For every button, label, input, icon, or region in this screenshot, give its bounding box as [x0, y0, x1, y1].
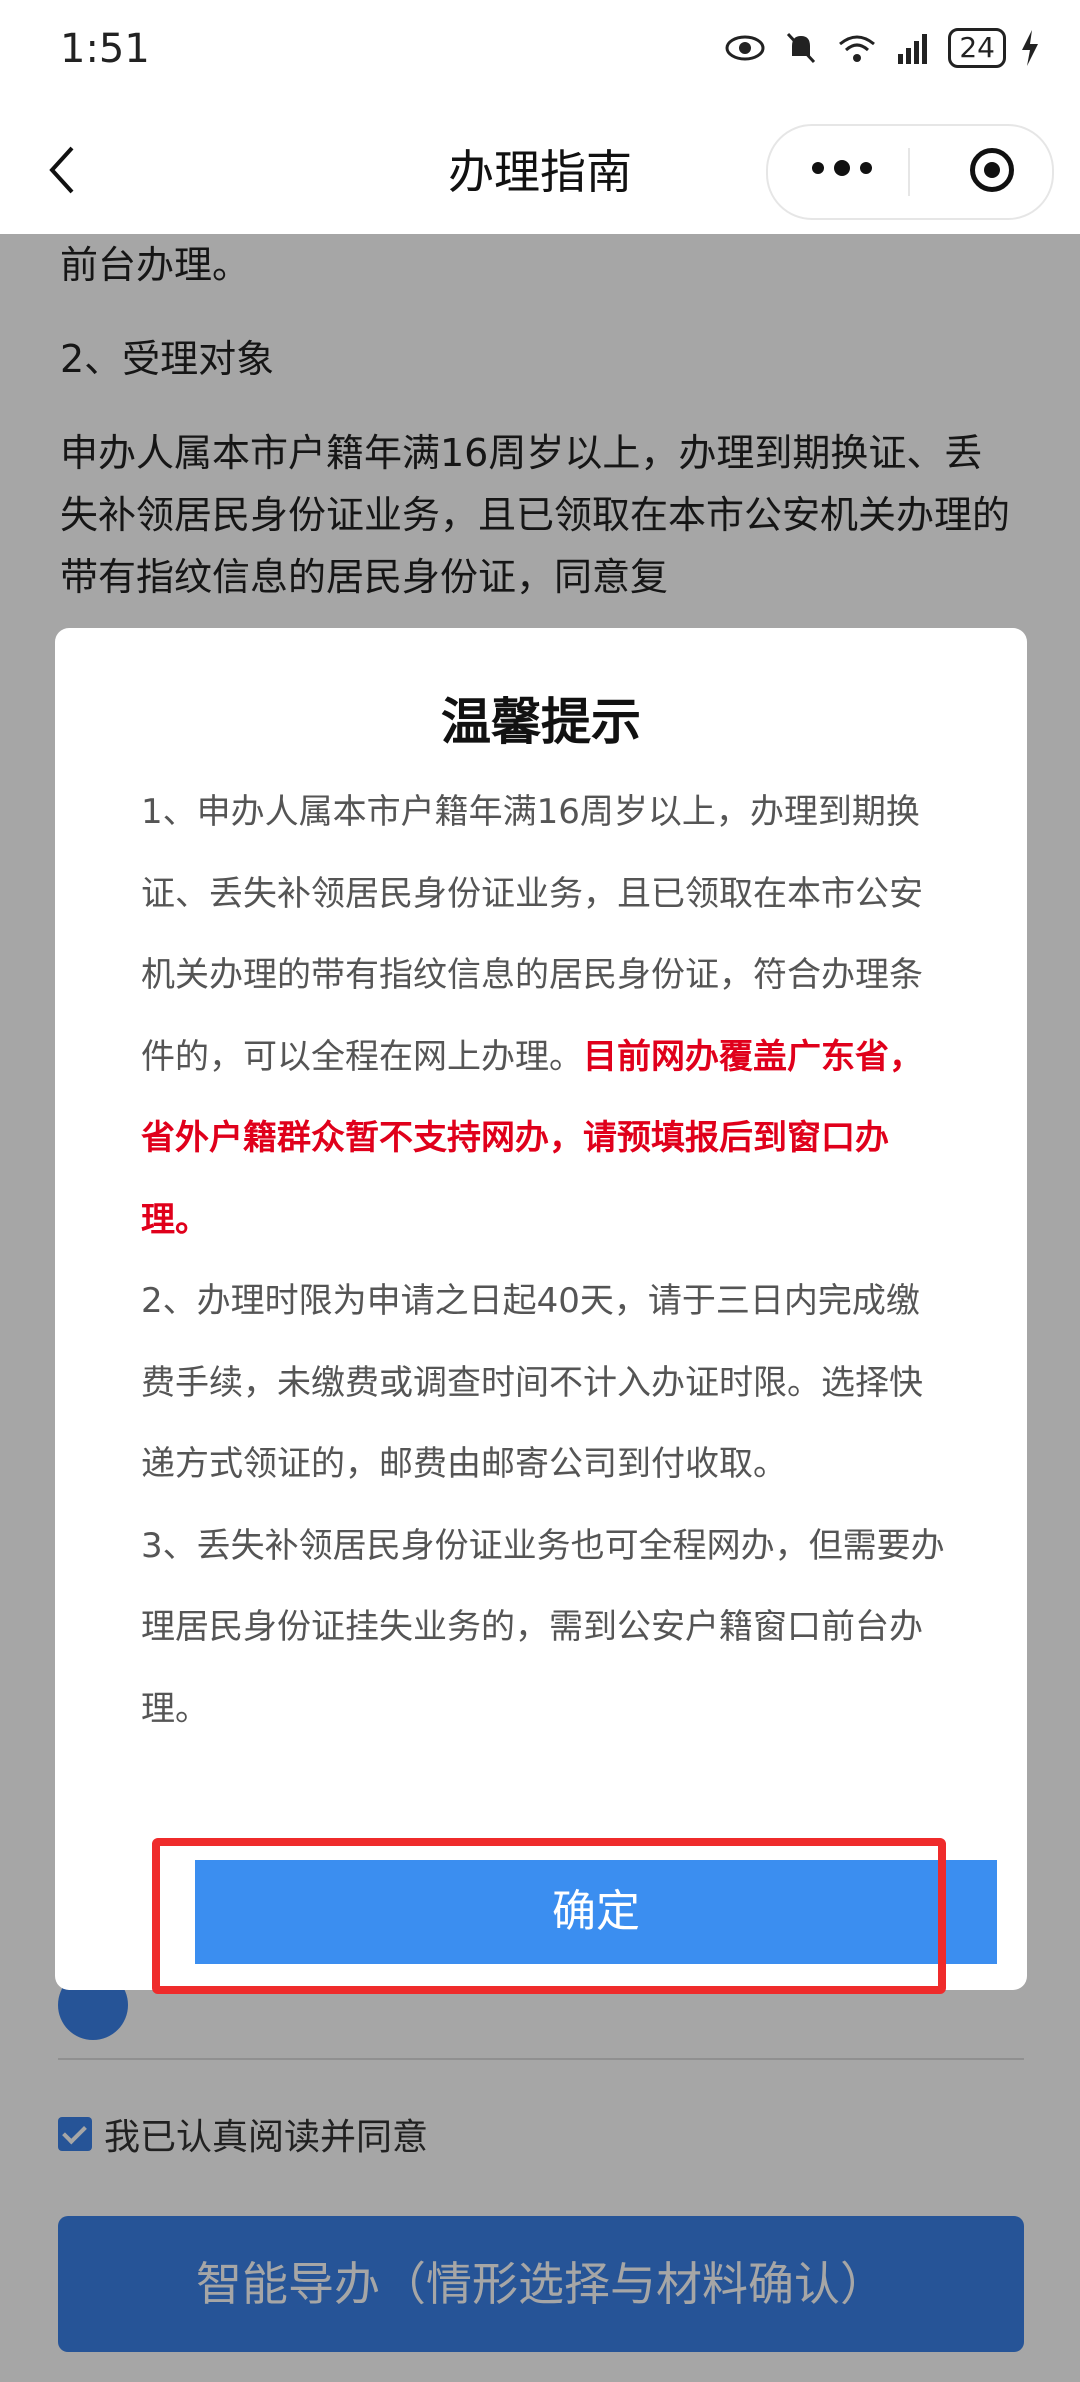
- bell-muted-icon: [787, 32, 816, 64]
- dialog-paragraph-1: 1、申办人属本市户籍年满16周岁以上，办理到期换证、丢失补领居民身份证业务，且已…: [141, 772, 951, 1261]
- more-dots-icon[interactable]: [812, 160, 872, 176]
- dialog-paragraph-2: 2、办理时限为申请之日起40天，请于三日内完成缴费手续，未缴费或调查时间不计入办…: [141, 1281, 923, 1484]
- status-icons: 24: [724, 28, 1040, 68]
- capsule-divider: [908, 148, 910, 196]
- nav-bar: 办理指南: [0, 104, 1080, 234]
- highlight-box: [152, 1838, 946, 1994]
- status-time: 1:51: [60, 26, 150, 72]
- tips-dialog: 温馨提示 1、申办人属本市户籍年满16周岁以上，办理到期换证、丢失补领居民身份证…: [55, 628, 1027, 1990]
- status-bar: 1:51 24: [0, 0, 1080, 104]
- signal-icon: [898, 34, 928, 64]
- dialog-title: 温馨提示: [441, 693, 641, 751]
- battery-level: 24: [948, 28, 1006, 68]
- mini-program-capsule: [766, 124, 1054, 220]
- dialog-body: 1、申办人属本市户籍年满16周岁以上，办理到期换证、丢失补领居民身份证业务，且已…: [141, 772, 951, 1750]
- wifi-icon: [839, 35, 876, 62]
- dialog-paragraph-3: 3、丢失补领居民身份证业务也可全程网办，但需要办理居民身份证挂失业务的，需到公安…: [141, 1525, 945, 1729]
- close-target-icon[interactable]: [970, 148, 1014, 192]
- eye-icon: [725, 35, 765, 61]
- dialog-p1-text: 1、申办人属本市户籍年满16周岁以上，办理到期换证、丢失补领居民身份证业务，且已…: [141, 792, 923, 1077]
- charging-icon: [1022, 30, 1038, 66]
